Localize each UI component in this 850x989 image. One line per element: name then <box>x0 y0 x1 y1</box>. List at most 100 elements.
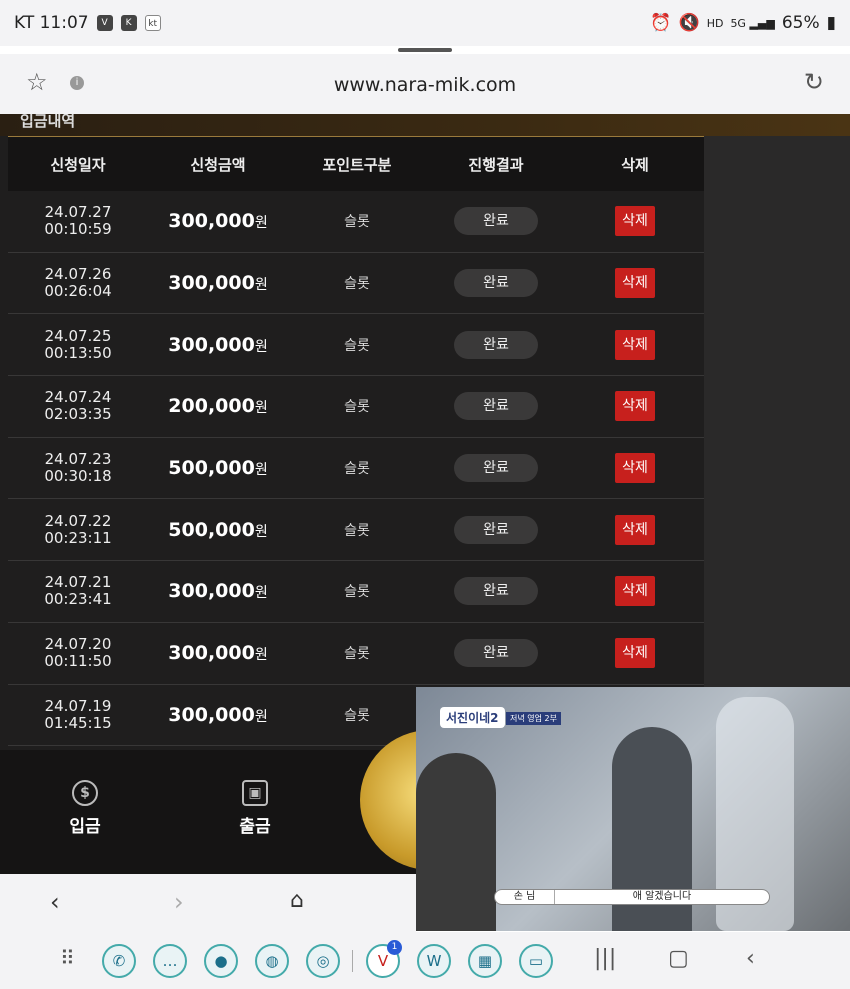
hd-icon: HD <box>706 16 724 30</box>
request-date: 24.07.24 02:03:35 <box>44 388 112 424</box>
table-row: 24.07.27 00:10:59 300,000원 슬롯 완료 삭제 <box>8 191 704 253</box>
forward-arrow-icon[interactable]: › <box>174 888 184 916</box>
deposit-history-table: 신청일자 신청금액 포인트구분 진행결과 삭제 24.07.27 00:10:59… <box>8 136 704 747</box>
request-date: 24.07.25 00:13:50 <box>44 326 112 362</box>
video-person-left <box>416 753 496 931</box>
request-date: 24.07.19 01:45:15 <box>44 696 112 732</box>
status-badge: 완료 <box>454 269 538 298</box>
col-header-date: 신청일자 <box>50 155 106 174</box>
kakaotalk-app-icon[interactable]: ● <box>204 944 238 978</box>
url-text[interactable]: www.nara-mik.com <box>0 74 850 96</box>
home-icon[interactable]: ⌂ <box>290 888 304 913</box>
status-badge: 완료 <box>454 577 538 606</box>
delete-button[interactable]: 삭제 <box>615 206 655 237</box>
request-amount: 200,000원 <box>168 395 268 418</box>
status-badge: 완료 <box>454 639 538 668</box>
reload-icon[interactable]: ↻ <box>804 68 824 96</box>
col-header-amount: 신청금액 <box>190 155 246 174</box>
messages-app-icon[interactable]: … <box>153 944 187 978</box>
point-type: 슬롯 <box>344 707 370 724</box>
wallet-icon: ▣ <box>242 780 268 806</box>
w-app-icon[interactable]: W <box>417 944 451 978</box>
drag-handle[interactable] <box>398 48 452 52</box>
request-date: 24.07.23 00:30:18 <box>44 450 112 486</box>
request-date: 24.07.22 00:23:11 <box>44 511 112 547</box>
table-row: 24.07.25 00:13:50 300,000원 슬롯 완료 삭제 <box>8 314 704 377</box>
status-bar: KT 11:07 V K kt ⏰ 🔇 HD 5G ▂▄▆ 65% ▮ <box>0 0 850 46</box>
point-type: 슬롯 <box>344 276 370 293</box>
kia-notification-icon: K <box>120 15 137 31</box>
app-dock: ⠿ ✆ … ● ◍ ◎ V1 W ▦ ▭ ||| ▢ ‹ <box>0 932 850 989</box>
alarm-icon: ⏰ <box>650 13 672 33</box>
browser-toolbar: ‹ › ⌂ <box>0 874 416 932</box>
status-badge: 완료 <box>454 515 538 544</box>
col-header-point-type: 포인트구분 <box>322 155 392 174</box>
request-amount: 500,000원 <box>168 518 268 541</box>
table-row: 24.07.23 00:30:18 500,000원 슬롯 완료 삭제 <box>8 437 704 500</box>
delete-button[interactable]: 삭제 <box>615 391 655 422</box>
request-date: 24.07.20 00:11:50 <box>44 635 112 671</box>
delete-button[interactable]: 삭제 <box>615 268 655 299</box>
request-date: 24.07.27 00:10:59 <box>44 203 112 239</box>
delete-button[interactable]: 삭제 <box>615 638 655 669</box>
internet-app-icon[interactable]: ◍ <box>255 944 289 978</box>
table-row: 24.07.21 00:23:41 300,000원 슬롯 완료 삭제 <box>8 561 704 623</box>
app-notification-icon: V <box>96 15 113 31</box>
mute-icon: 🔇 <box>678 13 700 33</box>
point-type: 슬롯 <box>344 214 370 231</box>
dock-divider <box>352 950 353 972</box>
request-amount: 500,000원 <box>168 457 268 480</box>
carrier-time: KT 11:07 <box>14 13 89 33</box>
video-subtitle: 손 님 애 알겠습니다 <box>494 889 770 905</box>
section-title: 입금내역 <box>20 114 76 130</box>
point-type: 슬롯 <box>344 584 370 601</box>
pip-video-player[interactable]: 서진이네2 저녁 영업 2부 손 님 애 알겠습니다 <box>416 687 850 931</box>
header-band: 입금내역 <box>0 114 850 136</box>
home-button-icon[interactable]: ▢ <box>668 946 689 971</box>
phone-app-icon[interactable]: ✆ <box>102 944 136 978</box>
col-header-delete: 삭제 <box>621 155 649 174</box>
delete-button[interactable]: 삭제 <box>615 576 655 607</box>
table-row: 24.07.22 00:23:11 500,000원 슬롯 완료 삭제 <box>8 499 704 562</box>
notification-badge: 1 <box>387 940 402 955</box>
deposit-nav-button[interactable]: $ 입금 <box>60 780 110 837</box>
status-badge: 완료 <box>454 207 538 236</box>
point-type: 슬롯 <box>344 461 370 478</box>
withdraw-nav-button[interactable]: ▣ 출금 <box>230 780 280 837</box>
gallery-app-icon[interactable]: ▦ <box>468 944 502 978</box>
delete-button[interactable]: 삭제 <box>615 329 655 360</box>
point-type: 슬롯 <box>344 522 370 539</box>
request-amount: 300,000원 <box>168 333 268 356</box>
col-header-status: 진행결과 <box>468 155 524 174</box>
point-type: 슬롯 <box>344 337 370 354</box>
apps-grid-icon[interactable]: ⠿ <box>60 946 75 970</box>
table-row: 24.07.26 00:26:04 300,000원 슬롯 완료 삭제 <box>8 252 704 315</box>
delete-button[interactable]: 삭제 <box>615 514 655 545</box>
back-arrow-icon[interactable]: ‹ <box>50 888 60 916</box>
battery-level: 65% <box>781 13 820 33</box>
table-header: 신청일자 신청금액 포인트구분 진행결과 삭제 <box>8 137 704 191</box>
v-app-icon[interactable]: V1 <box>366 940 402 978</box>
status-badge: 완료 <box>454 392 538 421</box>
request-date: 24.07.26 00:26:04 <box>44 265 112 301</box>
request-amount: 300,000원 <box>168 703 268 726</box>
wallet-app-icon[interactable]: ▭ <box>519 944 553 978</box>
browser-url-bar: ☆ i www.nara-mik.com ↻ <box>0 54 850 114</box>
recent-apps-icon[interactable]: ||| <box>594 946 616 971</box>
status-badge: 완료 <box>454 454 538 483</box>
show-tag: 저녁 영업 2부 <box>506 712 561 725</box>
show-logo: 서진이네2 <box>440 707 505 728</box>
withdraw-nav-label: 출금 <box>239 817 271 837</box>
request-amount: 300,000원 <box>168 272 268 295</box>
request-amount: 300,000원 <box>168 580 268 603</box>
delete-button[interactable]: 삭제 <box>615 453 655 484</box>
subtitle-text: 애 알겠습니다 <box>632 891 692 902</box>
point-type: 슬롯 <box>344 399 370 416</box>
subtitle-speaker: 손 님 <box>495 890 555 904</box>
camera-app-icon[interactable]: ◎ <box>306 944 340 978</box>
request-amount: 300,000원 <box>168 210 268 233</box>
table-row: 24.07.20 00:11:50 300,000원 슬롯 완료 삭제 <box>8 622 704 685</box>
back-button-icon[interactable]: ‹ <box>746 946 755 971</box>
request-amount: 300,000원 <box>168 642 268 665</box>
deposit-nav-label: 입금 <box>69 817 101 837</box>
